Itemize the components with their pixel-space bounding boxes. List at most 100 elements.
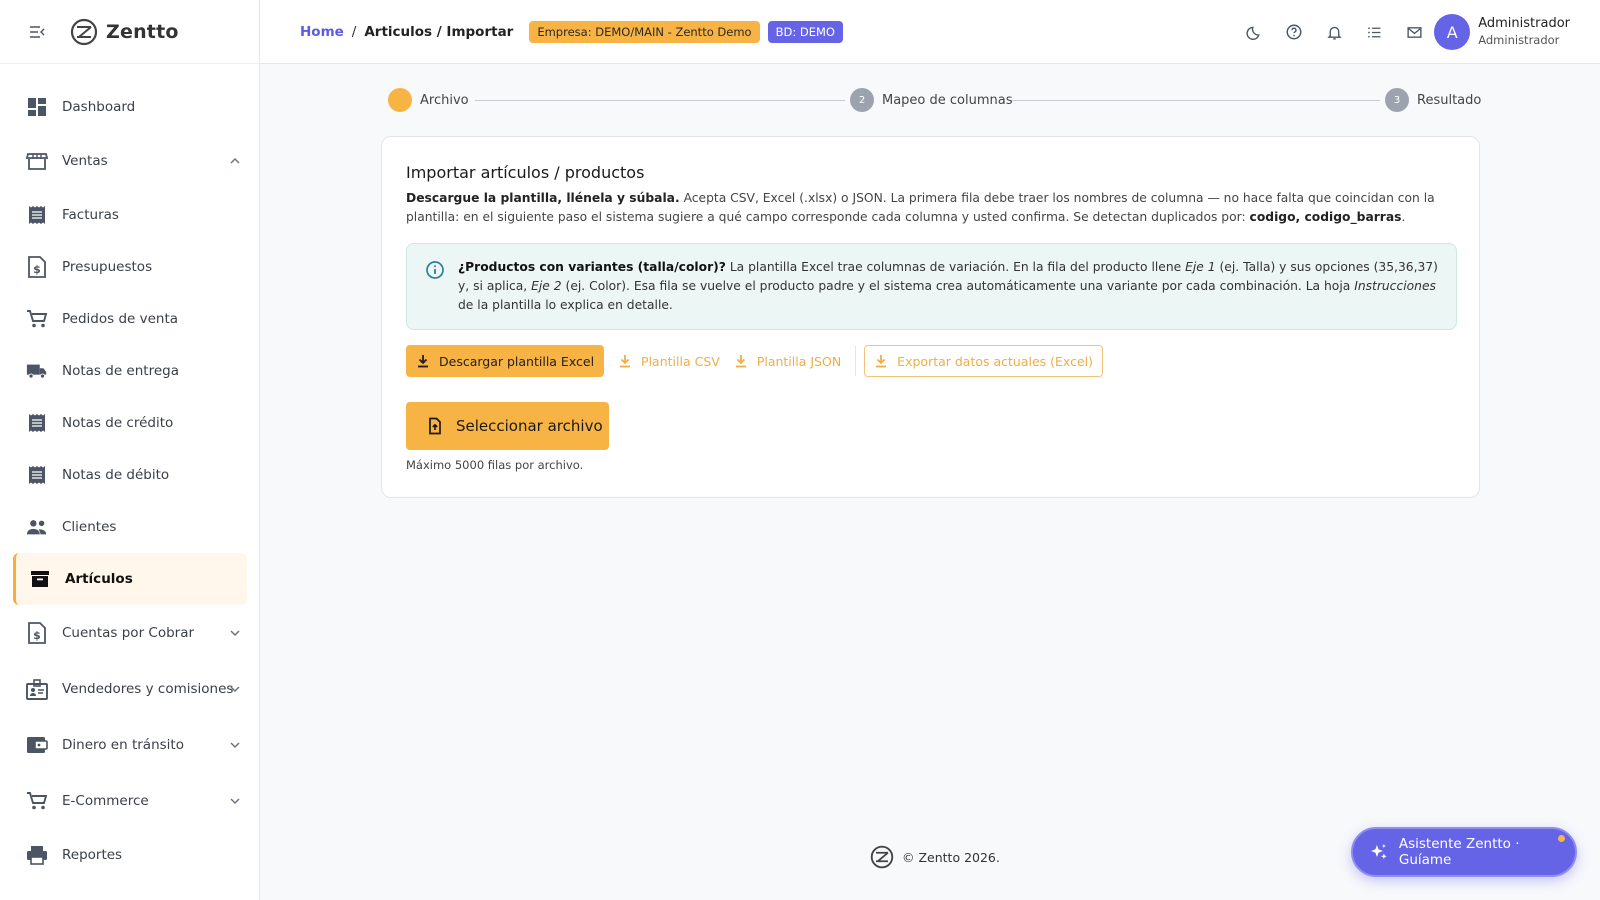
bell-icon[interactable] <box>1324 22 1344 42</box>
wallet-icon <box>26 734 48 756</box>
sidebar-item-label: Reportes <box>62 847 123 863</box>
svg-text:$: $ <box>33 629 41 642</box>
sidebar-item-pedidos-de-venta[interactable]: Pedidos de venta <box>0 293 259 345</box>
template-buttons: Descargar plantilla Excel Plantilla CSV … <box>406 345 1104 377</box>
info-text-part: de la plantilla lo explica en detalle. <box>458 298 673 312</box>
export-current-data-button[interactable]: Exportar datos actuales (Excel) <box>864 345 1104 377</box>
sidebar-item-e-commerce[interactable]: E-Commerce <box>0 773 259 829</box>
store-icon <box>26 150 48 172</box>
max-rows-note: Máximo 5000 filas por archivo. <box>406 458 584 472</box>
sidebar-item-dinero-en-transito[interactable]: Dinero en tránsito <box>0 717 259 773</box>
sidebar-item-label: Cuentas por Cobrar <box>62 625 195 641</box>
info-icon <box>425 260 445 280</box>
stepper-connector <box>1010 100 1380 101</box>
step-archivo: Archivo <box>388 88 469 112</box>
sidebar-item-label: Facturas <box>62 207 119 223</box>
list-icon[interactable] <box>1364 22 1384 42</box>
svg-text:$: $ <box>33 263 41 276</box>
import-card: Importar artículos / productos Descargue… <box>381 136 1480 498</box>
desc-dup-fields: codigo, codigo_barras <box>1249 210 1402 224</box>
receipt-icon <box>26 412 48 434</box>
sidebar-item-dashboard[interactable]: Dashboard <box>0 81 259 133</box>
chevron-up-icon[interactable] <box>229 155 241 167</box>
sidebar-item-notas-de-credito[interactable]: Notas de crédito <box>0 397 259 449</box>
card-description: Descargue la plantilla, llénela y súbala… <box>406 189 1456 227</box>
sidebar-item-facturas[interactable]: Facturas <box>0 189 259 241</box>
assistant-button[interactable]: Asistente Zentto · Guíame <box>1351 827 1577 877</box>
badge-icon <box>26 678 48 700</box>
user-info: Administrador Administrador <box>1478 16 1570 48</box>
download-icon <box>735 355 746 368</box>
desc-bold: Descargue la plantilla, llénela y súbala… <box>406 191 680 205</box>
topbar-icons <box>1224 22 1424 42</box>
sidebar-item-label: Notas de débito <box>62 467 170 483</box>
people-icon <box>26 516 48 538</box>
download-icon <box>620 355 631 368</box>
sidebar-item-vendedores-y-comisiones[interactable]: Vendedores y comisiones <box>0 661 259 717</box>
info-text-part: La plantilla Excel trae columnas de vari… <box>725 260 1186 274</box>
app-logo[interactable]: Zentto <box>70 18 179 46</box>
bd-badge[interactable]: BD: DEMO <box>767 20 843 43</box>
sidebar-item-notas-de-entrega[interactable]: Notas de entrega <box>0 345 259 397</box>
breadcrumb-separator: / <box>351 23 357 40</box>
empresa-badge[interactable]: Empresa: DEMO/MAIN - Zentto Demo <box>529 20 760 43</box>
dollar-file-icon: $ <box>26 622 48 644</box>
step-label: Archivo <box>420 92 469 108</box>
sidebar-item-label: Dashboard <box>62 99 136 115</box>
card-title: Importar artículos / productos <box>406 163 645 182</box>
step-indicator: 3 <box>1385 88 1409 112</box>
truck-icon <box>26 360 48 382</box>
info-eje2: Eje 2 <box>531 279 562 293</box>
footer-text: © Zentto 2026. <box>902 849 1000 865</box>
dashboard-icon <box>26 96 48 118</box>
avatar[interactable]: A <box>1434 14 1471 50</box>
sidebar-item-label: E-Commerce <box>62 793 149 809</box>
chevron-down-icon[interactable] <box>229 683 241 695</box>
moon-icon[interactable] <box>1244 22 1264 42</box>
cart-icon <box>26 790 48 812</box>
download-csv-template-button[interactable]: Plantilla CSV <box>618 354 720 369</box>
variants-info-text: ¿Productos con variantes (talla/color)? … <box>458 258 1438 315</box>
select-file-button[interactable]: Seleccionar archivo <box>406 402 609 450</box>
user-menu[interactable]: A Administrador Administrador <box>1434 14 1570 50</box>
sidebar-item-presupuestos[interactable]: $ Presupuestos <box>0 241 259 293</box>
variants-info-box: ¿Productos con variantes (talla/color)? … <box>406 243 1457 330</box>
download-excel-template-button[interactable]: Descargar plantilla Excel <box>406 345 605 377</box>
chevron-down-icon[interactable] <box>229 627 241 639</box>
user-name: Administrador <box>1478 16 1570 32</box>
sidebar-item-articulos[interactable]: Artículos <box>13 553 247 605</box>
breadcrumb-home-link[interactable]: Home <box>300 24 344 40</box>
sidebar-item-reportes[interactable]: Reportes <box>0 829 259 881</box>
sidebar-item-label: Notas de entrega <box>62 363 179 379</box>
sidebar-item-clientes[interactable]: Clientes <box>0 501 259 553</box>
receipt-icon <box>26 204 48 226</box>
help-icon[interactable] <box>1284 22 1304 42</box>
import-stepper: Archivo 2 Mapeo de columnas 3 Resultado <box>388 88 1481 112</box>
button-label: Plantilla CSV <box>641 353 720 369</box>
upload-file-icon <box>429 417 441 435</box>
sidebar-item-cuentas-por-cobrar[interactable]: $ Cuentas por Cobrar <box>0 605 259 661</box>
desc-end: . <box>1401 210 1406 224</box>
chevron-down-icon[interactable] <box>229 795 241 807</box>
button-label: Plantilla JSON <box>756 353 842 369</box>
button-divider <box>855 346 857 376</box>
download-json-template-button[interactable]: Plantilla JSON <box>734 354 841 369</box>
sidebar-item-ventas[interactable]: Ventas <box>0 133 259 189</box>
receipt-icon <box>26 464 48 486</box>
sidebar: Zentto Dashboard Ventas Facturas $ Presupues… <box>0 0 260 900</box>
sidebar-item-notas-de-debito[interactable]: Notas de débito <box>0 449 259 501</box>
step-mapeo: 2 Mapeo de columnas <box>850 88 1013 112</box>
info-eje1: Eje 1 <box>1185 260 1216 274</box>
step-resultado: 3 Resultado <box>1385 88 1481 112</box>
download-icon <box>418 355 428 368</box>
menu-collapse-icon[interactable] <box>28 23 46 41</box>
sidebar-nav: Dashboard Ventas Facturas $ Presupuestos Pedi… <box>0 64 259 881</box>
mail-icon[interactable] <box>1404 22 1424 42</box>
user-role: Administrador <box>1478 32 1560 47</box>
breadcrumb-current: Articulos / Importar <box>364 23 514 40</box>
download-icon <box>876 355 887 368</box>
chevron-down-icon[interactable] <box>229 739 241 751</box>
printer-icon <box>26 844 48 866</box>
button-label: Seleccionar archivo <box>456 417 603 435</box>
sidebar-item-label: Clientes <box>62 519 117 535</box>
